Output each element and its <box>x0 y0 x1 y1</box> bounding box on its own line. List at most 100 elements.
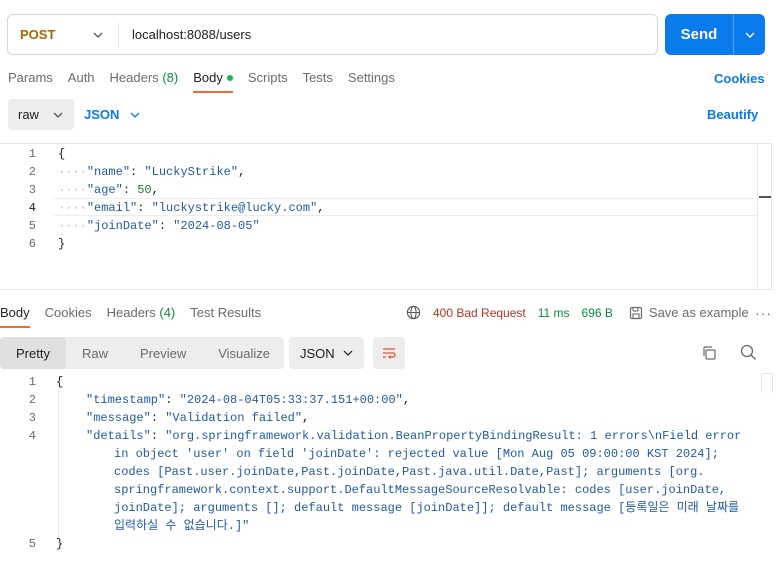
chevron-down-icon <box>93 32 103 38</box>
body-format-select[interactable]: JSON <box>84 107 141 122</box>
json-value: "2024-08-05" <box>173 219 260 233</box>
line-number: 1 <box>28 147 36 161</box>
copy-icon[interactable] <box>701 345 717 364</box>
code-line: { <box>58 145 65 163</box>
json-value: "org.springframework.validation.BeanProp… <box>165 429 742 443</box>
tab-label: Body <box>0 305 30 320</box>
json-value: "Validation failed" <box>165 411 303 425</box>
tab-label: Auth <box>67 70 95 85</box>
tab-label: Scripts <box>247 70 288 85</box>
tab-scripts[interactable]: Scripts <box>248 70 288 93</box>
line-number: 4 <box>28 429 36 443</box>
request-url-bar: POST localhost:8088/users <box>7 14 658 55</box>
view-tab-label: Pretty <box>16 345 50 361</box>
view-tab-visualize[interactable]: Visualize <box>202 337 286 369</box>
view-tab-preview[interactable]: Preview <box>124 337 202 369</box>
cookies-link[interactable]: Cookies <box>714 71 765 86</box>
code-line: } <box>56 535 63 553</box>
send-options-button[interactable] <box>734 29 765 41</box>
request-body-editor[interactable]: 1 2 3 4 5 6 { ····"name": "LuckyStrike",… <box>0 143 772 290</box>
scroll-cursor-marker <box>759 196 771 198</box>
tab-label: Tests <box>302 70 333 85</box>
body-format-label: JSON <box>84 107 120 122</box>
body-indicator-dot <box>226 75 233 81</box>
headers-count: (4) <box>159 305 176 320</box>
wrapped-line: codes [Past.user.joinDate,Past.joinDate,… <box>114 465 705 479</box>
comma: , <box>151 183 159 197</box>
save-as-example-button[interactable]: Save as example <box>629 305 749 320</box>
body-mode-label: raw <box>18 107 39 122</box>
json-value: "luckystrike@lucky.com" <box>151 201 318 215</box>
code-line: ····"name": "LuckyStrike", <box>58 163 245 181</box>
code-line: ····"age": 50, <box>58 181 159 199</box>
response-time[interactable]: 11 ms <box>538 306 570 320</box>
tab-response-body[interactable]: Body <box>0 305 30 328</box>
indent-dots: ···· <box>58 183 87 197</box>
view-tab-raw[interactable]: Raw <box>66 337 124 369</box>
tab-response-cookies[interactable]: Cookies <box>45 305 92 328</box>
comma: , <box>317 201 325 215</box>
search-icon[interactable] <box>740 344 757 364</box>
code-line: ····"joinDate": "2024-08-05" <box>58 217 260 235</box>
colon: : <box>130 165 145 179</box>
indent-dots: ···· <box>58 165 87 179</box>
response-scrollbar[interactable] <box>761 373 773 393</box>
wrap-lines-button[interactable] <box>373 337 405 369</box>
close-brace: } <box>56 537 64 551</box>
view-tab-label: Raw <box>81 345 108 361</box>
response-format-select[interactable]: JSON <box>289 337 364 369</box>
wrapped-line: 입력하실 수 없습니다.]" <box>114 519 250 533</box>
response-status-bar: 400 Bad Request 11 ms 696 B Save as exam… <box>406 305 749 320</box>
code-line: { <box>56 373 63 391</box>
tab-body[interactable]: Body <box>193 70 233 93</box>
colon: : <box>150 429 166 443</box>
wrapped-line: joinDate]; arguments []; default message… <box>114 501 740 515</box>
indent-dots: ···· <box>58 201 87 215</box>
tab-auth[interactable]: Auth <box>68 70 95 93</box>
chevron-down-icon <box>130 112 140 118</box>
status-code[interactable]: 400 Bad Request <box>433 306 526 320</box>
response-body-viewer[interactable]: 1 2 3 4 5 { "timestamp": "2024-08-04T05:… <box>0 373 777 561</box>
line-number: 2 <box>28 393 36 407</box>
response-format-label: JSON <box>300 345 335 361</box>
comma: , <box>402 393 411 407</box>
tab-headers[interactable]: Headers (8) <box>110 70 179 93</box>
line-number: 1 <box>28 375 36 389</box>
view-tab-label: Preview <box>139 345 187 361</box>
code-line: "details": "org.springframework.validati… <box>86 427 741 445</box>
json-key: "timestamp" <box>86 393 166 407</box>
json-key: "joinDate" <box>86 219 159 233</box>
tab-tests[interactable]: Tests <box>303 70 333 93</box>
json-key: "details" <box>86 429 151 443</box>
send-button[interactable]: Send <box>665 14 765 55</box>
request-tabs: Params Auth Headers (8) Body Scripts Tes… <box>8 70 410 93</box>
code-line: ····"email": "luckystrike@lucky.com", <box>58 199 324 217</box>
method-label: POST <box>20 27 56 42</box>
save-icon <box>629 306 643 319</box>
json-value: "2024-08-04T05:33:37.151+00:00" <box>179 393 403 407</box>
editor-scrollbar[interactable] <box>757 144 771 289</box>
more-options-icon[interactable]: ··· <box>755 305 772 321</box>
globe-icon[interactable] <box>406 305 421 320</box>
tab-settings[interactable]: Settings <box>348 70 395 93</box>
open-brace: { <box>58 147 66 161</box>
tab-params[interactable]: Params <box>8 70 53 93</box>
tab-label: Headers <box>109 70 159 85</box>
beautify-button[interactable]: Beautify <box>707 107 758 122</box>
json-key: "message" <box>86 411 151 425</box>
tab-test-results[interactable]: Test Results <box>190 305 261 328</box>
indent-dots: ···· <box>58 219 87 233</box>
response-size[interactable]: 696 B <box>582 306 613 320</box>
method-select[interactable]: POST <box>8 15 118 54</box>
line-number: 3 <box>28 411 36 425</box>
line-number: 3 <box>28 183 36 197</box>
view-tab-pretty[interactable]: Pretty <box>0 337 66 369</box>
body-mode-select[interactable]: raw <box>8 99 74 130</box>
tab-label: Settings <box>347 70 395 85</box>
json-value: 50 <box>137 183 152 197</box>
json-key: "name" <box>86 165 131 179</box>
url-input[interactable]: localhost:8088/users <box>119 27 251 42</box>
line-number: 4 <box>28 201 36 215</box>
tab-label: Headers <box>106 305 156 320</box>
tab-response-headers[interactable]: Headers (4) <box>107 305 176 328</box>
